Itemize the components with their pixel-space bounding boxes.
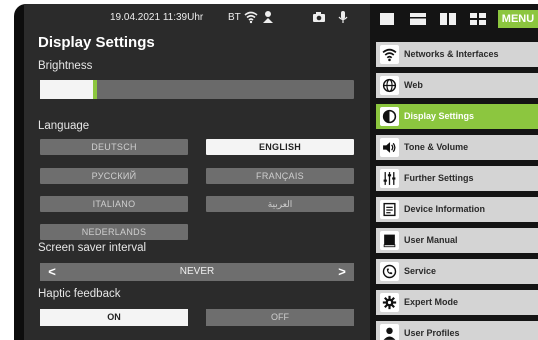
settings-panel: 19.04.2021 11:39Uhr BT Display Settings … bbox=[24, 4, 370, 340]
haptic-off-button[interactable]: OFF bbox=[206, 309, 354, 326]
bluetooth-label: BT bbox=[228, 12, 241, 23]
menu-item-label: Further Settings bbox=[404, 173, 474, 183]
globe-icon bbox=[380, 76, 399, 95]
language-option-english[interactable]: ENGLISH bbox=[206, 139, 354, 155]
brightness-handle[interactable] bbox=[93, 80, 97, 99]
menu-item-user-profiles[interactable]: User Profiles bbox=[376, 321, 538, 340]
language-label: Language bbox=[38, 120, 90, 132]
brightness-slider[interactable] bbox=[40, 80, 354, 99]
menu-item-label: Networks & Interfaces bbox=[404, 49, 499, 59]
device-screen: 19.04.2021 11:39Uhr BT Display Settings … bbox=[14, 4, 538, 340]
menu-item-label: User Manual bbox=[404, 235, 458, 245]
menu-item-expert-mode[interactable]: Expert Mode bbox=[376, 290, 538, 315]
screensaver-selector: < NEVER > bbox=[40, 263, 354, 281]
menu-item-tone-volume[interactable]: Tone & Volume bbox=[376, 135, 538, 160]
menu-item-label: Service bbox=[404, 266, 437, 276]
single-row-icon[interactable] bbox=[406, 10, 432, 28]
menu-item-label: Display Settings bbox=[404, 111, 475, 121]
grid-icon[interactable] bbox=[466, 10, 492, 28]
language-option-french[interactable]: FRANÇAIS bbox=[206, 168, 354, 184]
status-bar: 19.04.2021 11:39Uhr BT bbox=[24, 10, 370, 26]
fullscreen-icon[interactable] bbox=[376, 10, 402, 28]
screensaver-next-button[interactable]: > bbox=[332, 263, 352, 281]
recycle-icon bbox=[263, 11, 273, 23]
haptic-on-button[interactable]: ON bbox=[40, 309, 188, 326]
camera-icon bbox=[313, 12, 325, 22]
menu-item-label: Web bbox=[404, 80, 423, 90]
book-icon bbox=[380, 231, 399, 250]
menu-button[interactable]: MENU bbox=[498, 10, 538, 28]
menu-item-further-settings[interactable]: Further Settings bbox=[376, 166, 538, 191]
user-icon bbox=[380, 324, 399, 340]
microphone-icon bbox=[338, 11, 348, 23]
brightness-label: Brightness bbox=[38, 60, 93, 72]
page-title: Display Settings bbox=[38, 34, 155, 51]
two-column-icon[interactable] bbox=[436, 10, 462, 28]
screensaver-label: Screen saver interval bbox=[38, 242, 147, 254]
menu-item-service[interactable]: Service bbox=[376, 259, 538, 284]
language-option-italian[interactable]: ITALIANO bbox=[40, 196, 188, 212]
brightness-fill bbox=[40, 80, 93, 99]
speaker-icon bbox=[380, 138, 399, 157]
menu-panel: MENU Networks & Interfaces Web Display S… bbox=[370, 4, 538, 340]
language-option-dutch[interactable]: NEDERLANDS bbox=[40, 224, 188, 240]
haptic-label: Haptic feedback bbox=[38, 288, 121, 300]
status-datetime: 19.04.2021 11:39Uhr bbox=[110, 12, 204, 23]
menu-item-web[interactable]: Web bbox=[376, 73, 538, 98]
phone-icon bbox=[380, 262, 399, 281]
menu-item-label: Tone & Volume bbox=[404, 142, 469, 152]
menu-item-display-settings[interactable]: Display Settings bbox=[376, 104, 538, 129]
menu-item-label: User Profiles bbox=[404, 328, 460, 338]
menu-item-device-information[interactable]: Device Information bbox=[376, 197, 538, 222]
view-toolbar: MENU bbox=[376, 10, 538, 28]
wifi-icon bbox=[380, 45, 399, 64]
language-option-russian[interactable]: РУССКИЙ bbox=[40, 168, 188, 184]
menu-item-label: Device Information bbox=[404, 204, 486, 214]
contrast-icon bbox=[380, 107, 399, 126]
sliders-icon bbox=[380, 169, 399, 188]
language-option-deutsch[interactable]: DEUTSCH bbox=[40, 139, 188, 155]
info-document-icon bbox=[380, 200, 399, 219]
menu-item-label: Expert Mode bbox=[404, 297, 459, 307]
wifi-icon bbox=[244, 11, 258, 24]
menu-item-user-manual[interactable]: User Manual bbox=[376, 228, 538, 253]
screensaver-value: NEVER bbox=[179, 266, 215, 277]
language-option-arabic[interactable]: العربية bbox=[206, 196, 354, 212]
gear-icon bbox=[380, 293, 399, 312]
menu-item-networks[interactable]: Networks & Interfaces bbox=[376, 42, 538, 67]
